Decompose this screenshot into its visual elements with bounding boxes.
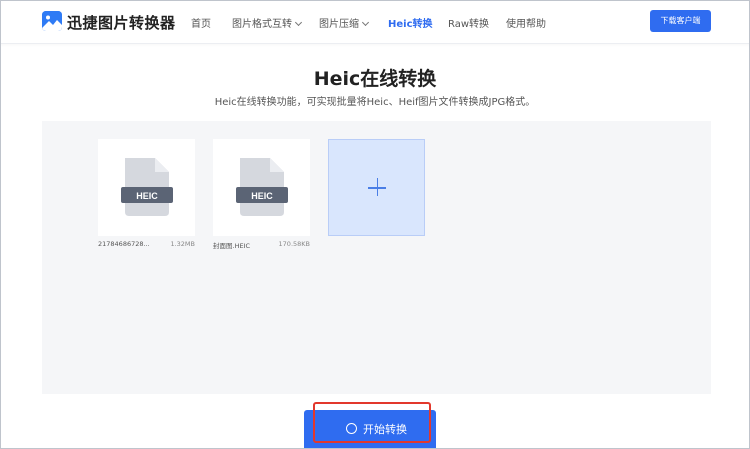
- heic-file-icon: HEIC: [121, 158, 173, 216]
- nav-compress-label: 图片压缩: [319, 19, 359, 30]
- chevron-down-icon: [294, 18, 303, 27]
- nav-raw[interactable]: Raw转换: [448, 15, 489, 30]
- file-card[interactable]: HEIC: [213, 139, 310, 236]
- nav-format-convert-label: 图片格式互转: [232, 19, 292, 30]
- nav-compress[interactable]: 图片压缩: [319, 15, 370, 30]
- plus-icon-vertical: [376, 178, 378, 196]
- nav-help[interactable]: 使用帮助: [506, 15, 546, 30]
- file-size: 1.32MB: [170, 240, 195, 248]
- upload-area: HEIC 21784686728... 1.32MB HEIC 封面图.HEIC…: [42, 121, 711, 394]
- heic-file-icon: HEIC: [236, 158, 288, 216]
- nav-heic[interactable]: Heic转换: [388, 15, 433, 30]
- file-badge: HEIC: [136, 191, 158, 201]
- top-nav-bar: 迅捷图片转换器 首页 图片格式互转 图片压缩 Heic转换 Raw转换 使用帮助…: [0, 0, 750, 44]
- image-logo-icon[interactable]: [42, 11, 62, 31]
- file-size: 170.58KB: [278, 240, 310, 248]
- loading-circle-icon: [346, 423, 357, 434]
- download-client-button[interactable]: 下载客户端: [650, 10, 711, 32]
- page-title: Heic在线转换: [313, 68, 437, 90]
- file-card[interactable]: HEIC: [98, 139, 195, 236]
- brand-name[interactable]: 迅捷图片转换器: [67, 12, 176, 33]
- start-convert-label[interactable]: 开始转换: [363, 421, 407, 437]
- page-subtitle: Heic在线转换功能，可实现批量将Heic、Heif图片文件转换成JPG格式。: [214, 97, 536, 108]
- add-file-button[interactable]: [328, 139, 425, 236]
- file-name: 封面图.HEIC: [213, 242, 251, 250]
- chevron-down-icon: [361, 18, 370, 27]
- file-badge: HEIC: [251, 191, 273, 201]
- nav-format-convert[interactable]: 图片格式互转: [232, 15, 303, 30]
- nav-home[interactable]: 首页: [191, 15, 211, 30]
- file-name: 21784686728...: [98, 240, 150, 248]
